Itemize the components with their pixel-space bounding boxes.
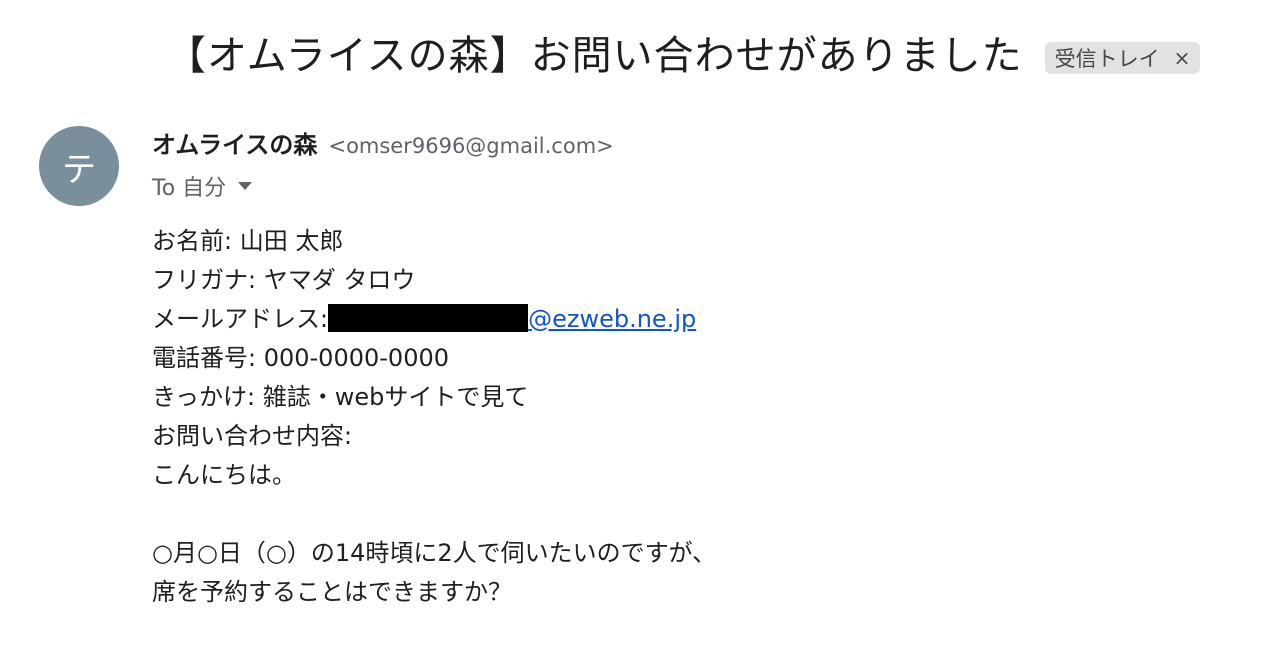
body-inquiry-label: お問い合わせ内容: — [152, 422, 353, 450]
chevron-down-icon[interactable] — [238, 182, 253, 190]
recipient-label: To 自分 — [152, 176, 227, 201]
body-furigana-line: フリガナ: ヤマダ タロウ — [152, 266, 416, 294]
remove-label-icon[interactable]: × — [1174, 48, 1191, 68]
inbox-label-chip[interactable]: 受信トレイ × — [1044, 42, 1201, 74]
body-trigger-line: きっかけ: 雑誌・webサイトで見て — [152, 383, 529, 411]
recipient-details-toggle[interactable]: To 自分 — [152, 170, 253, 202]
body-phone-line: 電話番号: 000-0000-0000 — [152, 344, 449, 372]
email-address-label: メールアドレス: — [152, 305, 329, 333]
body-email-line: メールアドレス: @ezweb.ne.jp — [152, 300, 716, 339]
avatar-letter: テ — [62, 149, 96, 190]
body-greeting: こんにちは。 — [152, 461, 296, 489]
redaction-block — [328, 304, 529, 332]
sender-row: オムライスの森 <omser9696@gmail.com> — [152, 128, 614, 165]
sender-name[interactable]: オムライスの森 — [152, 131, 317, 159]
email-domain-link[interactable]: @ezweb.ne.jp — [528, 305, 696, 333]
email-subject: 【オムライスの森】お問い合わせがありました — [166, 33, 1023, 79]
body-name-line: お名前: 山田 太郎 — [152, 227, 344, 255]
email-body: お名前: 山田 太郎 フリガナ: ヤマダ タロウ メールアドレス: @ezweb.… — [152, 222, 716, 612]
sender-avatar[interactable]: テ — [39, 126, 119, 206]
body-message-line-1: ○月○日（○）の14時頃に2人で伺いたいのですが、 — [152, 539, 717, 567]
body-blank-line — [152, 495, 716, 534]
inbox-label-text: 受信トレイ — [1054, 47, 1160, 71]
body-message-line-2: 席を予約することはできますか？ — [152, 578, 512, 606]
subject-row: 【オムライスの森】お問い合わせがありました 受信トレイ × — [166, 24, 1201, 88]
sender-email: <omser9696@gmail.com> — [328, 134, 614, 158]
